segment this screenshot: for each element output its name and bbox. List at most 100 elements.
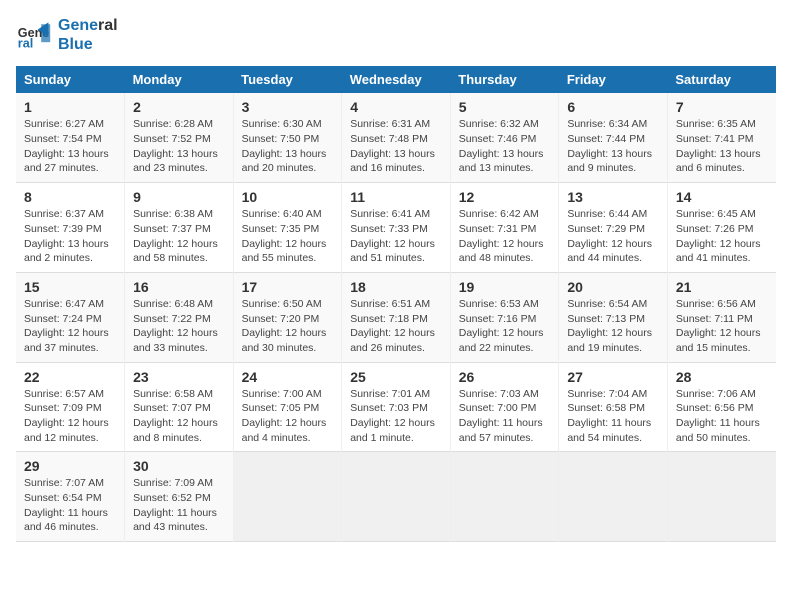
day-info: Sunrise: 6:34 AM Sunset: 7:44 PM Dayligh…: [567, 117, 659, 176]
col-wednesday: Wednesday: [342, 66, 451, 93]
day-info: Sunrise: 6:57 AM Sunset: 7:09 PM Dayligh…: [24, 387, 116, 446]
day-info: Sunrise: 6:38 AM Sunset: 7:37 PM Dayligh…: [133, 207, 225, 266]
day-number: 16: [133, 279, 225, 295]
day-number: 7: [676, 99, 768, 115]
day-number: 3: [242, 99, 334, 115]
day-number: 28: [676, 369, 768, 385]
day-cell: [233, 452, 342, 542]
day-number: 30: [133, 458, 225, 474]
day-cell: 17 Sunrise: 6:50 AM Sunset: 7:20 PM Dayl…: [233, 272, 342, 362]
logo-icon: Gene ral: [16, 17, 52, 53]
day-number: 27: [567, 369, 659, 385]
day-info: Sunrise: 6:27 AM Sunset: 7:54 PM Dayligh…: [24, 117, 116, 176]
day-cell: 26 Sunrise: 7:03 AM Sunset: 7:00 PM Dayl…: [450, 362, 559, 452]
day-info: Sunrise: 7:01 AM Sunset: 7:03 PM Dayligh…: [350, 387, 442, 446]
logo-text-line2: Blue: [58, 35, 118, 54]
day-cell: 27 Sunrise: 7:04 AM Sunset: 6:58 PM Dayl…: [559, 362, 668, 452]
day-number: 6: [567, 99, 659, 115]
day-cell: 30 Sunrise: 7:09 AM Sunset: 6:52 PM Dayl…: [125, 452, 234, 542]
day-number: 25: [350, 369, 442, 385]
logo: Gene ral General Blue: [16, 16, 118, 54]
day-number: 13: [567, 189, 659, 205]
day-number: 26: [459, 369, 551, 385]
day-cell: 1 Sunrise: 6:27 AM Sunset: 7:54 PM Dayli…: [16, 93, 125, 182]
day-info: Sunrise: 7:09 AM Sunset: 6:52 PM Dayligh…: [133, 476, 225, 535]
header-row: Sunday Monday Tuesday Wednesday Thursday…: [16, 66, 776, 93]
day-number: 1: [24, 99, 116, 115]
week-row-2: 8 Sunrise: 6:37 AM Sunset: 7:39 PM Dayli…: [16, 183, 776, 273]
col-sunday: Sunday: [16, 66, 125, 93]
day-info: Sunrise: 7:04 AM Sunset: 6:58 PM Dayligh…: [567, 387, 659, 446]
day-cell: 23 Sunrise: 6:58 AM Sunset: 7:07 PM Dayl…: [125, 362, 234, 452]
day-cell: 16 Sunrise: 6:48 AM Sunset: 7:22 PM Dayl…: [125, 272, 234, 362]
day-info: Sunrise: 6:42 AM Sunset: 7:31 PM Dayligh…: [459, 207, 551, 266]
day-number: 23: [133, 369, 225, 385]
day-cell: 29 Sunrise: 7:07 AM Sunset: 6:54 PM Dayl…: [16, 452, 125, 542]
day-cell: [667, 452, 776, 542]
day-info: Sunrise: 6:32 AM Sunset: 7:46 PM Dayligh…: [459, 117, 551, 176]
day-info: Sunrise: 7:03 AM Sunset: 7:00 PM Dayligh…: [459, 387, 551, 446]
day-number: 15: [24, 279, 116, 295]
day-cell: 22 Sunrise: 6:57 AM Sunset: 7:09 PM Dayl…: [16, 362, 125, 452]
week-row-3: 15 Sunrise: 6:47 AM Sunset: 7:24 PM Dayl…: [16, 272, 776, 362]
day-cell: [559, 452, 668, 542]
day-cell: 19 Sunrise: 6:53 AM Sunset: 7:16 PM Dayl…: [450, 272, 559, 362]
day-number: 19: [459, 279, 551, 295]
day-number: 14: [676, 189, 768, 205]
day-info: Sunrise: 6:50 AM Sunset: 7:20 PM Dayligh…: [242, 297, 334, 356]
day-cell: 28 Sunrise: 7:06 AM Sunset: 6:56 PM Dayl…: [667, 362, 776, 452]
day-info: Sunrise: 6:41 AM Sunset: 7:33 PM Dayligh…: [350, 207, 442, 266]
day-cell: 13 Sunrise: 6:44 AM Sunset: 7:29 PM Dayl…: [559, 183, 668, 273]
col-friday: Friday: [559, 66, 668, 93]
day-info: Sunrise: 6:30 AM Sunset: 7:50 PM Dayligh…: [242, 117, 334, 176]
day-info: Sunrise: 6:54 AM Sunset: 7:13 PM Dayligh…: [567, 297, 659, 356]
day-info: Sunrise: 6:58 AM Sunset: 7:07 PM Dayligh…: [133, 387, 225, 446]
day-number: 8: [24, 189, 116, 205]
day-cell: 24 Sunrise: 7:00 AM Sunset: 7:05 PM Dayl…: [233, 362, 342, 452]
day-info: Sunrise: 6:40 AM Sunset: 7:35 PM Dayligh…: [242, 207, 334, 266]
col-tuesday: Tuesday: [233, 66, 342, 93]
day-info: Sunrise: 6:48 AM Sunset: 7:22 PM Dayligh…: [133, 297, 225, 356]
day-cell: 10 Sunrise: 6:40 AM Sunset: 7:35 PM Dayl…: [233, 183, 342, 273]
day-cell: 15 Sunrise: 6:47 AM Sunset: 7:24 PM Dayl…: [16, 272, 125, 362]
day-cell: 14 Sunrise: 6:45 AM Sunset: 7:26 PM Dayl…: [667, 183, 776, 273]
day-cell: 20 Sunrise: 6:54 AM Sunset: 7:13 PM Dayl…: [559, 272, 668, 362]
day-number: 18: [350, 279, 442, 295]
day-number: 10: [242, 189, 334, 205]
day-cell: 12 Sunrise: 6:42 AM Sunset: 7:31 PM Dayl…: [450, 183, 559, 273]
day-number: 12: [459, 189, 551, 205]
day-cell: 18 Sunrise: 6:51 AM Sunset: 7:18 PM Dayl…: [342, 272, 451, 362]
day-info: Sunrise: 6:45 AM Sunset: 7:26 PM Dayligh…: [676, 207, 768, 266]
day-cell: 2 Sunrise: 6:28 AM Sunset: 7:52 PM Dayli…: [125, 93, 234, 182]
day-info: Sunrise: 7:06 AM Sunset: 6:56 PM Dayligh…: [676, 387, 768, 446]
svg-text:ral: ral: [18, 37, 33, 51]
day-cell: 9 Sunrise: 6:38 AM Sunset: 7:37 PM Dayli…: [125, 183, 234, 273]
col-thursday: Thursday: [450, 66, 559, 93]
day-number: 24: [242, 369, 334, 385]
day-cell: 3 Sunrise: 6:30 AM Sunset: 7:50 PM Dayli…: [233, 93, 342, 182]
day-number: 20: [567, 279, 659, 295]
day-cell: [450, 452, 559, 542]
page-header: Gene ral General Blue: [16, 16, 776, 54]
day-cell: 21 Sunrise: 6:56 AM Sunset: 7:11 PM Dayl…: [667, 272, 776, 362]
day-cell: 6 Sunrise: 6:34 AM Sunset: 7:44 PM Dayli…: [559, 93, 668, 182]
col-monday: Monday: [125, 66, 234, 93]
calendar-table: Sunday Monday Tuesday Wednesday Thursday…: [16, 66, 776, 542]
day-number: 22: [24, 369, 116, 385]
day-number: 4: [350, 99, 442, 115]
day-number: 21: [676, 279, 768, 295]
day-number: 5: [459, 99, 551, 115]
day-number: 17: [242, 279, 334, 295]
week-row-5: 29 Sunrise: 7:07 AM Sunset: 6:54 PM Dayl…: [16, 452, 776, 542]
day-cell: [342, 452, 451, 542]
logo-text-line1: General: [58, 16, 118, 35]
day-info: Sunrise: 6:53 AM Sunset: 7:16 PM Dayligh…: [459, 297, 551, 356]
day-info: Sunrise: 6:56 AM Sunset: 7:11 PM Dayligh…: [676, 297, 768, 356]
day-info: Sunrise: 6:35 AM Sunset: 7:41 PM Dayligh…: [676, 117, 768, 176]
day-info: Sunrise: 6:47 AM Sunset: 7:24 PM Dayligh…: [24, 297, 116, 356]
day-info: Sunrise: 6:31 AM Sunset: 7:48 PM Dayligh…: [350, 117, 442, 176]
day-number: 11: [350, 189, 442, 205]
day-info: Sunrise: 7:00 AM Sunset: 7:05 PM Dayligh…: [242, 387, 334, 446]
col-saturday: Saturday: [667, 66, 776, 93]
day-info: Sunrise: 7:07 AM Sunset: 6:54 PM Dayligh…: [24, 476, 116, 535]
